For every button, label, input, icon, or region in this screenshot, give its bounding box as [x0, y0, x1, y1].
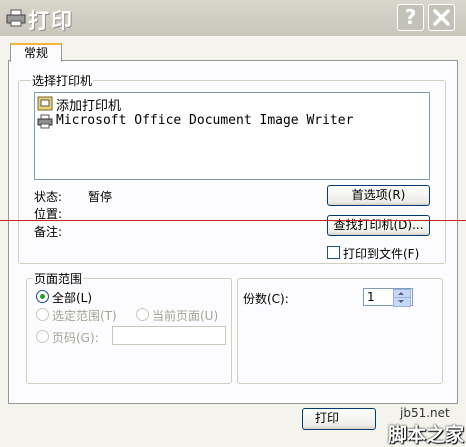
- printer-name: Microsoft Office Document Image Writer: [56, 113, 354, 128]
- comment-label: 备注:: [34, 225, 63, 239]
- print-to-file-checkbox[interactable]: [327, 246, 340, 259]
- print-to-file-label[interactable]: 打印到文件(F): [343, 245, 419, 262]
- pages-input[interactable]: [112, 326, 226, 345]
- help-button[interactable]: ?: [397, 4, 424, 31]
- select-printer-legend: 选择打印机: [31, 72, 94, 89]
- print-button[interactable]: 打印: [302, 408, 376, 430]
- current-page-radio[interactable]: [136, 308, 149, 321]
- red-guide-line: [0, 220, 466, 221]
- printer-list[interactable]: 添加打印机 Microsoft Office Document Image Wr…: [34, 92, 430, 180]
- close-icon: [433, 9, 450, 26]
- pages-radio[interactable]: [36, 330, 49, 343]
- watermark: jb51.net 脚本之家: [388, 406, 466, 446]
- selection-radio[interactable]: [36, 308, 49, 321]
- selection-label[interactable]: 选定范围(T): [52, 307, 117, 324]
- all-pages-label[interactable]: 全部(L): [52, 289, 92, 306]
- current-page-label[interactable]: 当前页面(U): [152, 307, 218, 324]
- chevron-up-icon: [398, 292, 404, 295]
- copies-spinner[interactable]: 1: [363, 288, 413, 307]
- title-bar[interactable]: 打印 ?: [0, 0, 466, 36]
- tab-general[interactable]: 常规: [10, 43, 62, 62]
- page-range-legend: 页面范围: [33, 270, 84, 287]
- print-button-label: 打印: [315, 411, 340, 425]
- copies-value: 1: [367, 290, 375, 304]
- radio-selected-dot: [40, 294, 45, 299]
- status-value: 暂停: [88, 190, 113, 204]
- spin-down-button[interactable]: [393, 297, 411, 307]
- find-printer-button[interactable]: 查找打印机(D)...: [327, 215, 430, 236]
- preferences-button[interactable]: 首选项(R): [327, 185, 430, 206]
- printer-icon: [6, 9, 26, 27]
- printer-icon: [37, 114, 53, 129]
- watermark-site: jb51.net: [400, 406, 450, 420]
- status-label: 状态:: [34, 190, 63, 204]
- close-button[interactable]: [428, 4, 455, 31]
- copies-label: 份数(C):: [243, 292, 289, 306]
- watermark-name: 脚本之家: [388, 424, 465, 446]
- add-printer-icon: [37, 96, 53, 111]
- printer-name: 添加打印机: [56, 99, 122, 114]
- all-pages-radio[interactable]: [36, 290, 49, 303]
- window-title: 打印: [28, 9, 74, 33]
- chevron-down-icon: [398, 300, 404, 303]
- pages-label[interactable]: 页码(G):: [52, 329, 99, 346]
